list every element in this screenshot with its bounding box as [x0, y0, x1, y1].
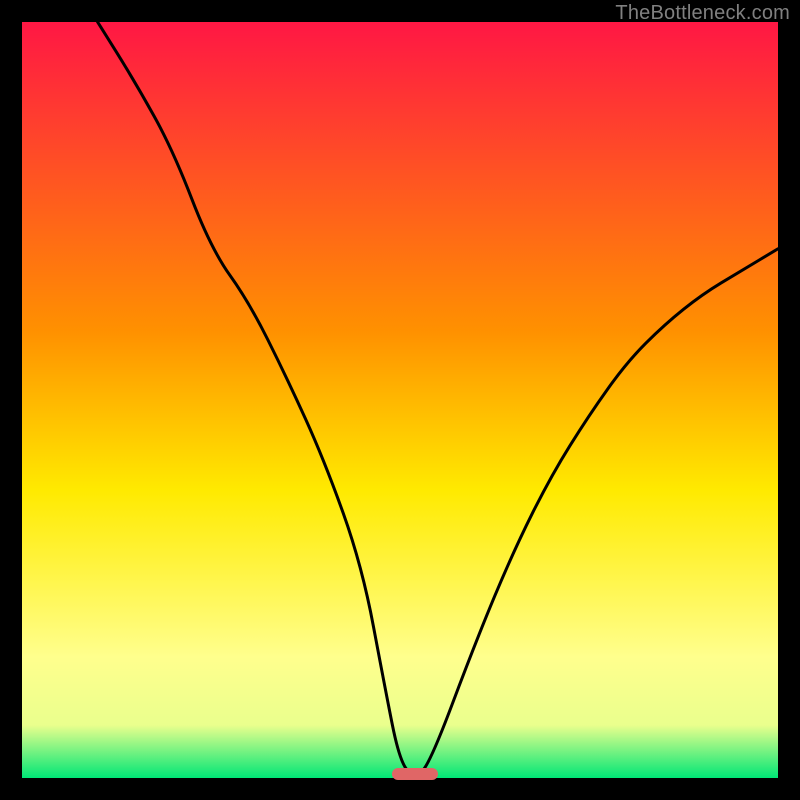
- plot-area: [22, 22, 778, 778]
- background-gradient: [22, 22, 778, 778]
- attribution-label: TheBottleneck.com: [615, 2, 790, 25]
- chart-frame: TheBottleneck.com: [0, 0, 800, 800]
- optimal-marker: [392, 768, 437, 780]
